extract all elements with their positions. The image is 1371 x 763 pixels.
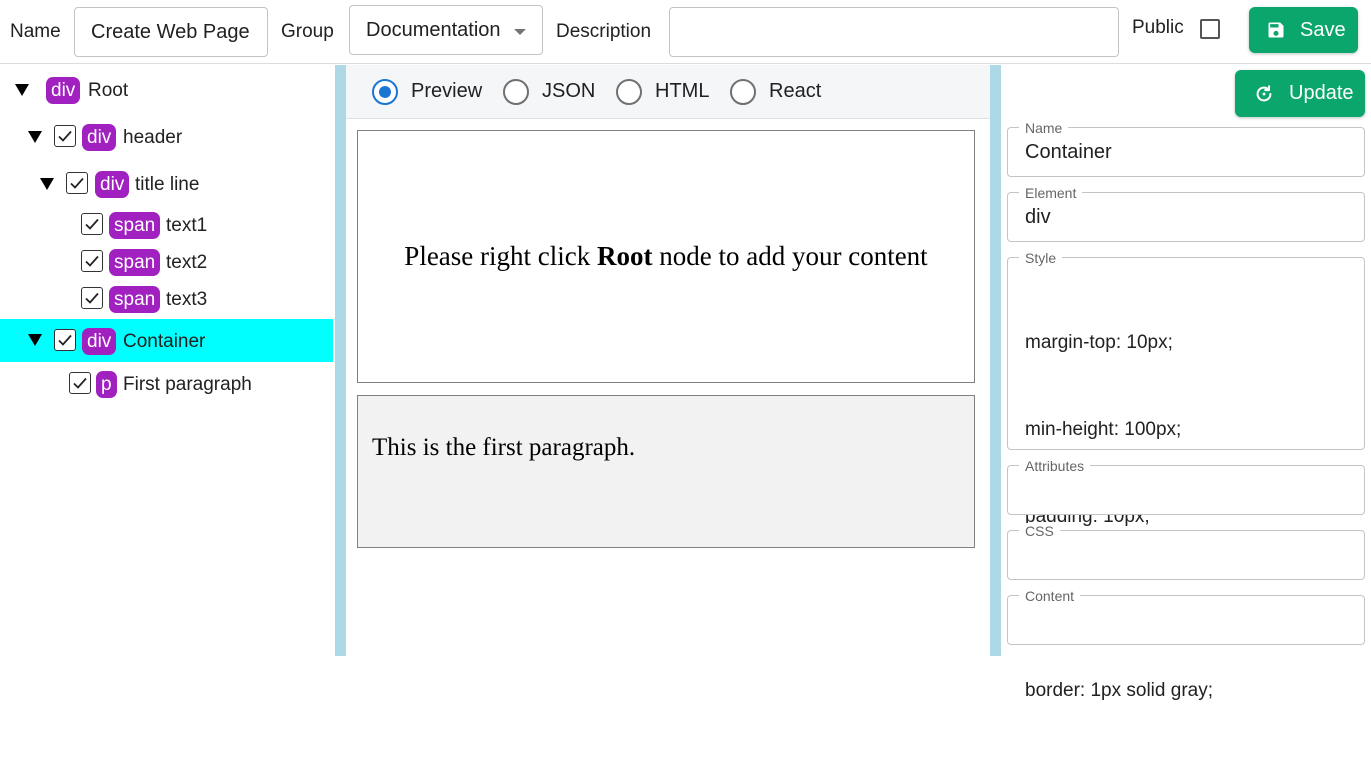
preview-root-box: Please right click Root node to add your… [357,130,975,383]
save-icon [1268,22,1284,38]
element-field-value: div [1025,206,1051,228]
element-field-label: Element [1019,185,1083,201]
tree-node-tag: span [109,249,161,276]
radio-react[interactable] [730,79,756,105]
tree-node-label: text2 [166,252,208,273]
tree-node-label: title line [135,174,200,195]
checkmark-icon [85,218,99,230]
public-label: Public [1132,17,1184,38]
preview-paragraph: This is the first paragraph. [372,434,636,461]
radio-preview[interactable] [372,79,398,105]
tree-node-text1[interactable]: span text1 [0,206,333,243]
tree-node-label: First paragraph [123,374,252,395]
tree-node-tag: div [46,77,81,104]
group-label: Group [281,21,334,42]
tree-node-tag: div [82,124,117,151]
expand-triangle-icon[interactable] [40,178,54,190]
left-splitter[interactable] [335,65,346,656]
expand-triangle-icon[interactable] [15,84,29,96]
radio-html[interactable] [616,79,642,105]
content-field-label: Content [1019,588,1081,604]
name-label: Name [10,21,61,42]
element-tree: div Root div header div title line span … [0,65,335,656]
name-field-label: Name [1019,120,1069,136]
tree-node-label: text1 [166,215,208,236]
radio-json[interactable] [503,79,529,105]
right-splitter[interactable] [990,65,1001,656]
view-mode-radio-group: Preview JSON HTML React [346,65,990,119]
checkmark-icon [73,377,87,389]
content-field[interactable]: Content [1007,588,1365,645]
css-field-label: CSS [1019,523,1060,539]
save-button-label: Save [1300,18,1346,41]
radio-preview-label[interactable]: Preview [411,80,482,103]
tree-node-checkbox[interactable] [81,213,103,235]
tree-node-tag: div [82,328,117,355]
tree-node-first-paragraph[interactable]: p First paragraph [0,363,333,405]
preview-container-box: This is the first paragraph. [357,395,975,548]
expand-triangle-icon[interactable] [28,334,42,346]
checkmark-icon [85,255,99,267]
update-button[interactable]: Update [1235,70,1365,117]
tree-node-label: text3 [166,289,208,310]
expand-triangle-icon[interactable] [28,131,42,143]
refresh-icon [1256,84,1272,101]
preview-panel: Preview JSON HTML React Please right cli… [346,65,990,656]
style-field-value: margin-top: 10px; min-height: 100px; pad… [1025,332,1246,701]
attributes-field[interactable]: Attributes [1007,458,1365,515]
css-field[interactable]: CSS [1007,523,1365,580]
tree-node-header[interactable]: div header [0,116,333,158]
top-toolbar: Name Create Web Page Group Documentation… [0,0,1371,64]
tree-node-checkbox[interactable] [54,125,76,147]
tree-node-checkbox[interactable] [81,250,103,272]
update-button-label: Update [1289,82,1354,104]
name-field-value: Container [1025,141,1112,163]
tree-node-checkbox[interactable] [69,372,91,394]
element-field[interactable]: Element div [1007,185,1365,242]
style-field-label: Style [1019,250,1063,266]
tree-node-tag: span [109,212,161,239]
group-select[interactable]: Documentation [349,5,543,55]
tree-node-text3[interactable]: span text3 [0,280,333,317]
radio-json-label[interactable]: JSON [542,80,595,103]
tree-node-label: Container [123,331,206,352]
name-input-value: Create Web Page [91,20,250,43]
tree-node-tag: p [96,371,117,398]
chevron-down-icon [514,29,526,35]
tree-node-text2[interactable]: span text2 [0,243,333,280]
name-input[interactable]: Create Web Page [74,7,268,57]
tree-node-checkbox[interactable] [81,287,103,309]
preview-root-message: Please right click Root node to add your… [404,241,928,271]
group-select-value: Documentation [366,18,501,41]
radio-html-label[interactable]: HTML [655,80,709,103]
attributes-field-label: Attributes [1019,458,1091,474]
tree-node-root[interactable]: div Root [0,69,333,111]
tree-node-container[interactable]: div Container [0,319,333,362]
name-field[interactable]: Name Container [1007,120,1365,177]
tree-node-label: header [123,127,183,148]
tree-node-checkbox[interactable] [66,172,88,194]
tree-node-title-line[interactable]: div title line [0,163,333,205]
tree-node-tag: span [109,286,161,313]
properties-panel: Update Name Container Element div Style … [1001,65,1371,701]
radio-react-label[interactable]: React [769,80,821,103]
tree-node-checkbox[interactable] [54,329,76,351]
checkmark-icon [58,130,72,142]
checkmark-icon [70,177,84,189]
save-button[interactable]: Save [1249,7,1358,53]
tree-node-tag: div [95,171,130,198]
style-field[interactable]: Style margin-top: 10px; min-height: 100p… [1007,250,1365,701]
checkmark-icon [58,334,72,346]
description-label: Description [556,21,652,42]
tree-node-label: Root [88,80,129,101]
checkmark-icon [85,292,99,304]
description-input[interactable] [669,7,1119,57]
public-checkbox[interactable] [1200,19,1220,39]
